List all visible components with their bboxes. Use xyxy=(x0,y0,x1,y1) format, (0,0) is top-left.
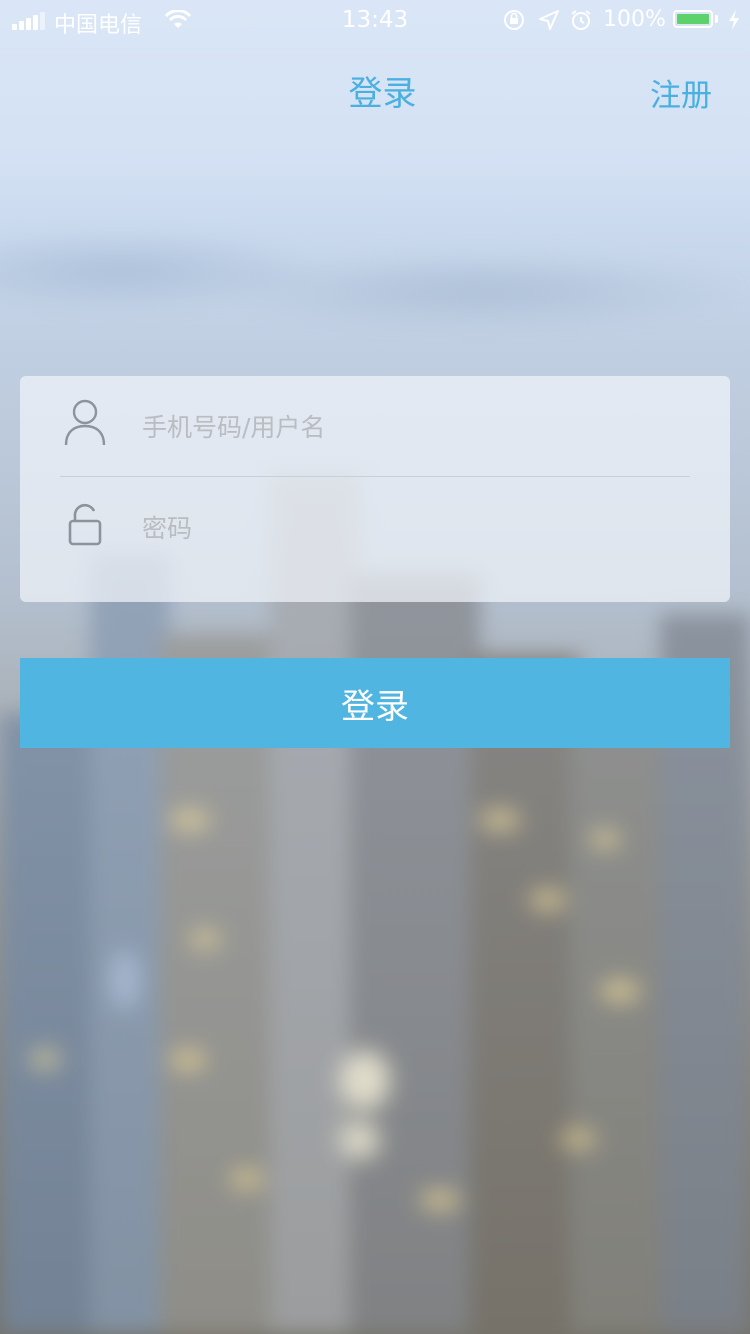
username-input[interactable] xyxy=(140,404,684,450)
password-input[interactable] xyxy=(140,505,684,551)
register-button[interactable]: 注册 xyxy=(650,70,712,115)
battery-icon xyxy=(673,10,713,28)
battery-fill xyxy=(677,14,709,24)
charging-icon xyxy=(727,9,741,37)
user-icon xyxy=(64,398,106,452)
username-row xyxy=(20,376,730,476)
status-bar: 中国电信 13:43 100% xyxy=(0,0,750,40)
battery-tip xyxy=(715,15,718,23)
login-button[interactable]: 登录 xyxy=(20,658,730,748)
login-form xyxy=(20,376,730,602)
location-icon xyxy=(538,9,560,37)
password-row xyxy=(20,477,730,577)
alarm-icon xyxy=(570,9,592,37)
login-screen: 中国电信 13:43 100% 登录 注册 手机号码/用户名 登录 xyxy=(0,0,750,1334)
rotation-lock-icon xyxy=(502,9,526,37)
battery-percent: 100% xyxy=(603,7,666,32)
unlock-icon xyxy=(68,503,102,551)
page-title: 登录 xyxy=(348,74,417,114)
